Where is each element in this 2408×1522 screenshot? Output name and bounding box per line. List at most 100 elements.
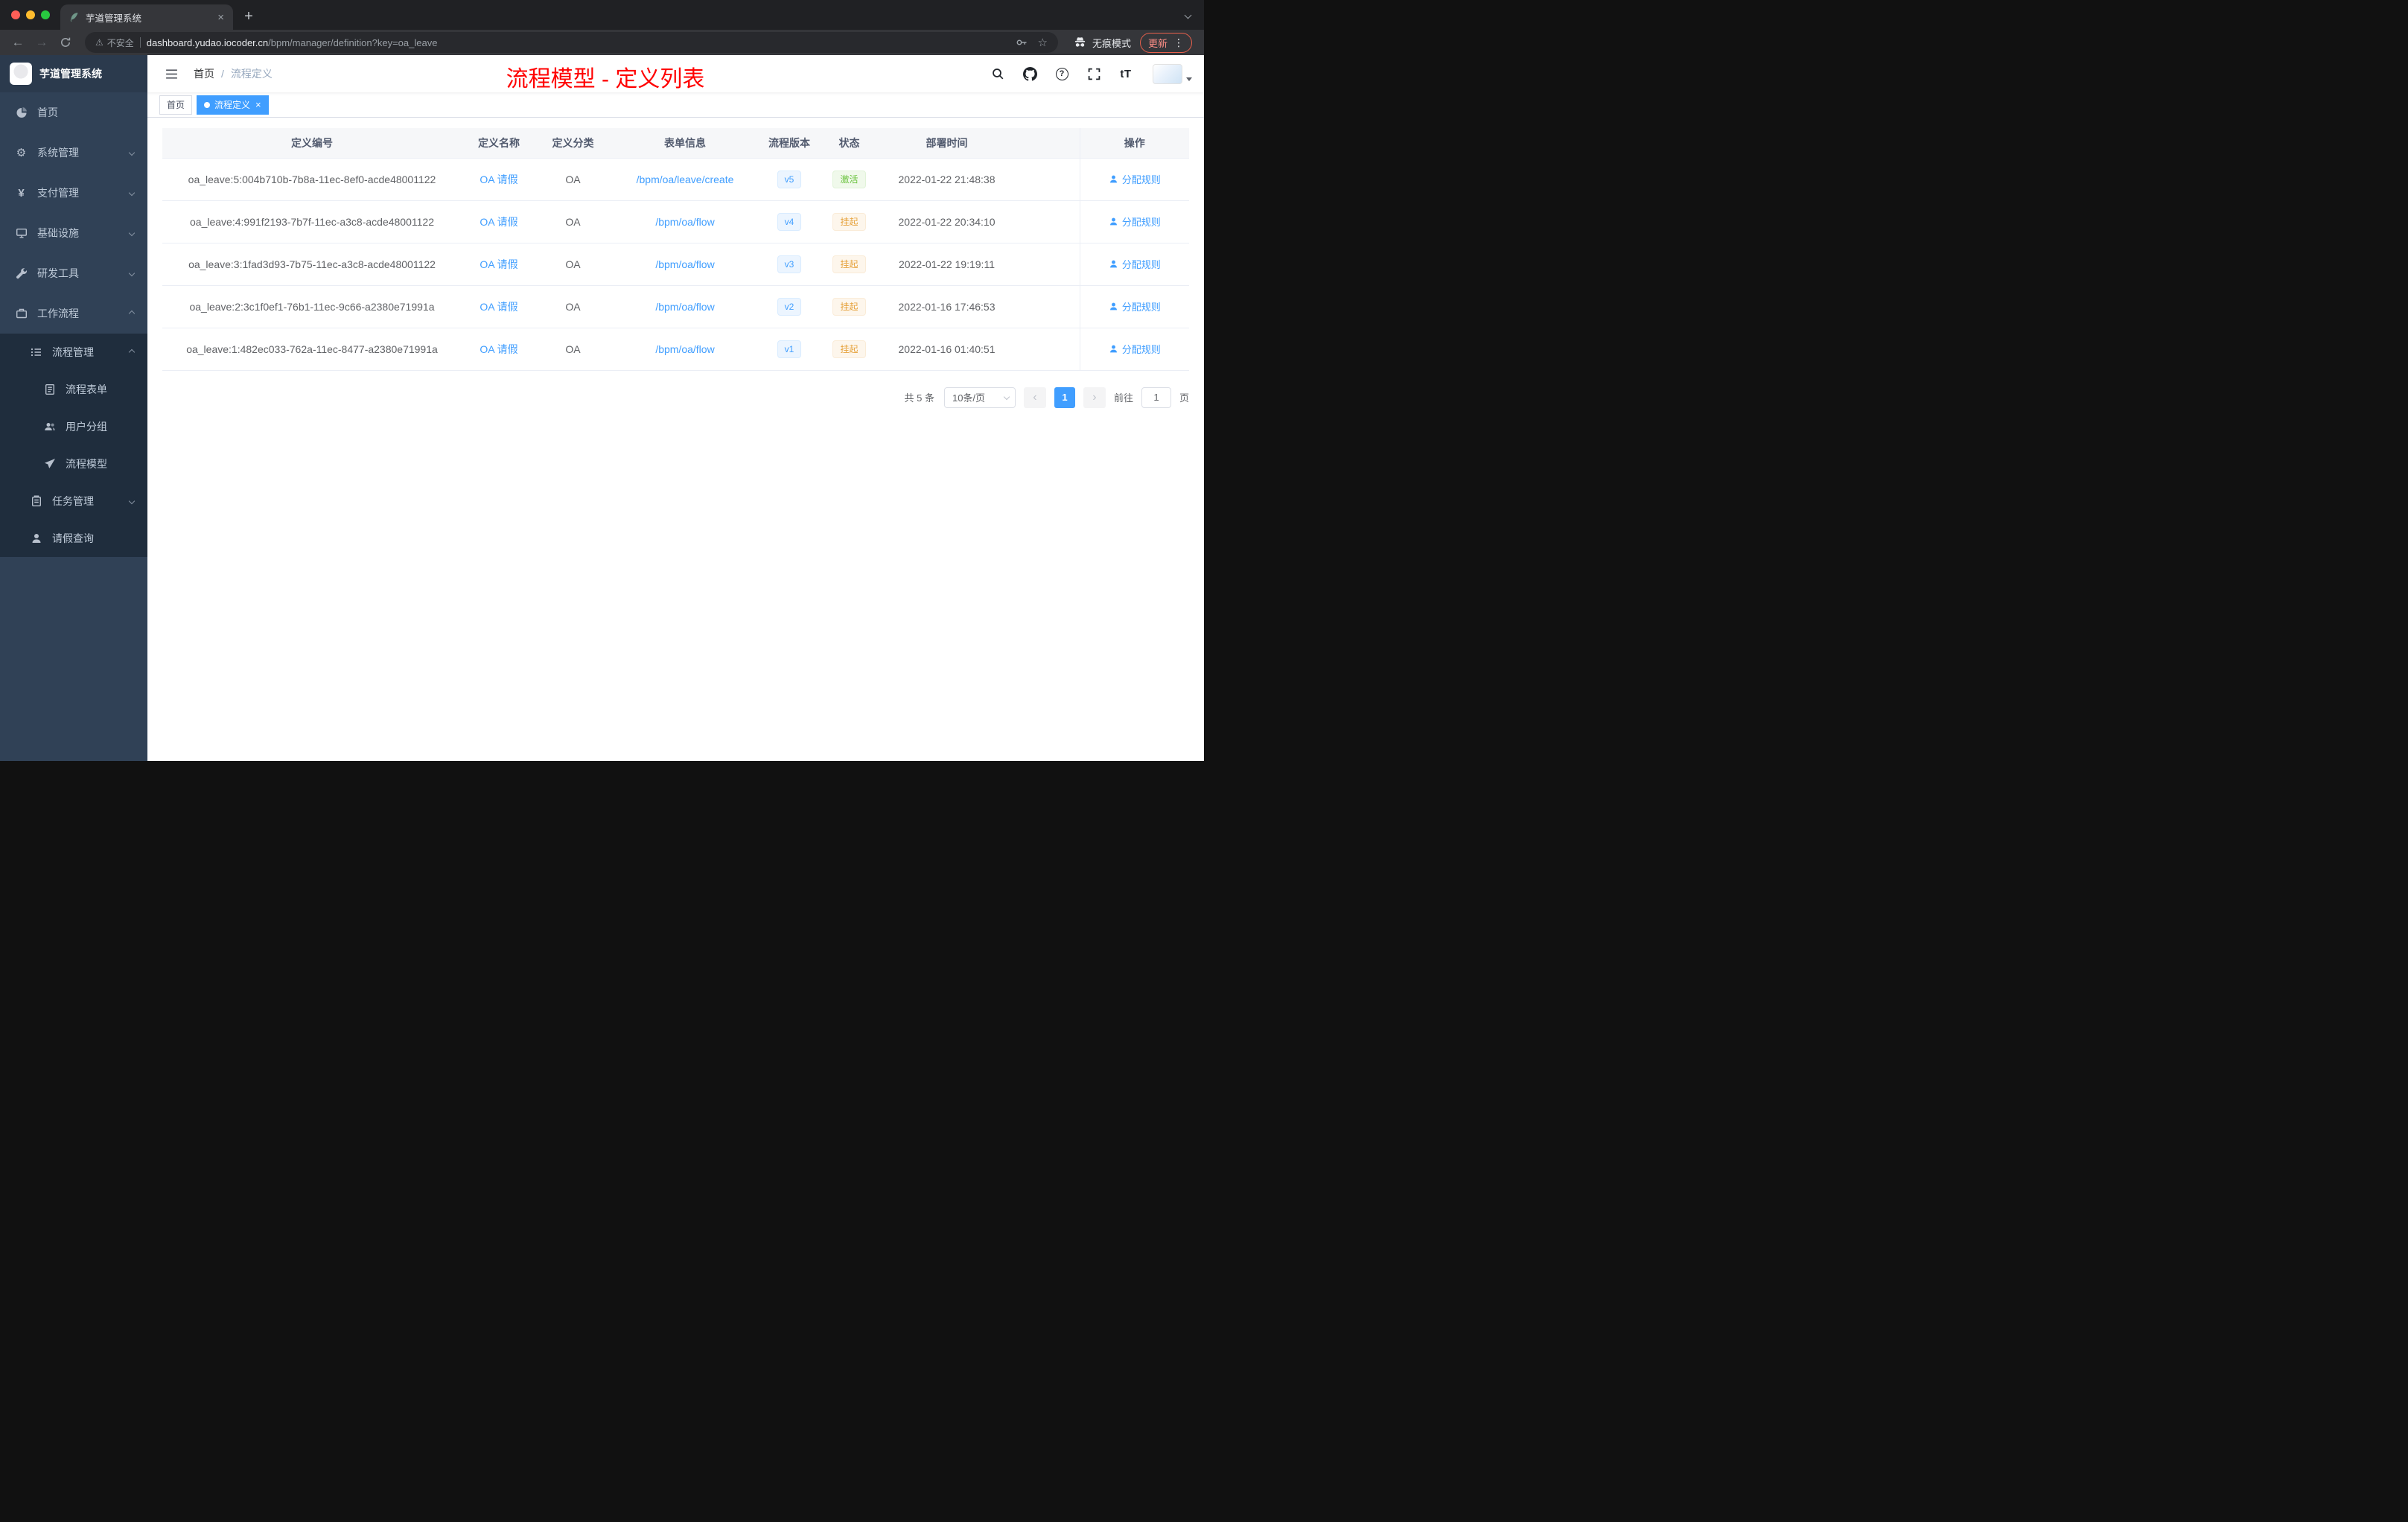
status-badge: 挂起 xyxy=(832,255,866,273)
window-controls xyxy=(0,0,60,30)
form-info-link[interactable]: /bpm/oa/leave/create xyxy=(637,173,734,185)
page-unit-label: 页 xyxy=(1179,392,1189,404)
col-definition-category: 定义分类 xyxy=(536,128,610,159)
github-icon[interactable] xyxy=(1020,64,1039,83)
incognito-indicator: 无痕模式 xyxy=(1067,36,1137,50)
sidebar-item-home[interactable]: 首页 xyxy=(0,92,147,133)
bookmark-star-icon[interactable]: ☆ xyxy=(1038,36,1048,49)
sidebar-item-leave-query[interactable]: 请假查询 xyxy=(0,520,147,557)
col-actions: 操作 xyxy=(1079,128,1189,159)
sidebar-item-label: 流程表单 xyxy=(66,383,107,395)
update-chrome-button[interactable]: 更新 ⋮ xyxy=(1139,32,1192,53)
user-avatar-menu[interactable] xyxy=(1153,63,1192,84)
table-row: oa_leave:5:004b710b-7b8a-11ec-8ef0-acde4… xyxy=(162,158,1189,201)
cell-definition-id: oa_leave:2:3c1f0ef1-76b1-11ec-9c66-a2380… xyxy=(162,285,462,328)
prev-page-button[interactable]: ‹ xyxy=(1023,386,1046,408)
avatar[interactable] xyxy=(1153,63,1182,84)
help-icon[interactable]: ? xyxy=(1052,64,1071,83)
sidebar-item-infrastructure[interactable]: 基础设施 xyxy=(0,213,147,253)
incognito-icon xyxy=(1074,36,1086,47)
sidebar-item-system[interactable]: ⚙ 系统管理 xyxy=(0,133,147,173)
sidebar-item-user-group[interactable]: 用户分组 xyxy=(0,408,147,445)
zoom-window-button[interactable] xyxy=(41,10,50,19)
omnibox-divider xyxy=(139,37,141,48)
table-row: oa_leave:4:991f2193-7b7f-11ec-a3c8-acde4… xyxy=(162,200,1189,243)
col-status: 状态 xyxy=(818,128,880,159)
tag-process-definition[interactable]: 流程定义 × xyxy=(197,95,269,115)
tag-home[interactable]: 首页 xyxy=(159,95,193,115)
cell-deploy-time: 2022-01-16 17:46:53 xyxy=(880,285,1013,328)
close-tab-icon[interactable]: × xyxy=(216,12,226,23)
definition-name-link[interactable]: OA 请假 xyxy=(480,343,517,355)
page-size-select[interactable]: 10条/页 xyxy=(943,386,1016,408)
address-bar[interactable]: ⚠ 不安全 dashboard.yudao.iocoder.cn/bpm/man… xyxy=(85,32,1058,53)
assign-rule-link[interactable]: 分配规则 xyxy=(1109,342,1161,356)
form-info-link[interactable]: /bpm/oa/flow xyxy=(655,343,714,355)
chevron-down-icon xyxy=(128,497,136,505)
chevron-up-icon xyxy=(128,348,136,356)
minimize-window-button[interactable] xyxy=(26,10,35,19)
close-tag-icon[interactable]: × xyxy=(255,100,261,109)
logo-title: 芋道管理系统 xyxy=(39,68,102,80)
sidebar-item-payment[interactable]: ¥ 支付管理 xyxy=(0,173,147,213)
sidebar-item-process-form[interactable]: 流程表单 xyxy=(0,371,147,408)
status-badge: 激活 xyxy=(832,170,866,188)
search-icon[interactable] xyxy=(988,64,1007,83)
breadcrumb-home-link[interactable]: 首页 xyxy=(194,66,214,81)
not-secure-indicator[interactable]: ⚠ 不安全 xyxy=(95,36,134,49)
sidebar-item-label: 流程管理 xyxy=(52,346,94,358)
sidebar-item-process-model[interactable]: 流程模型 xyxy=(0,445,147,483)
form-info-link[interactable]: /bpm/oa/flow xyxy=(655,216,714,228)
form-info-link[interactable]: /bpm/oa/flow xyxy=(655,301,714,313)
password-key-icon[interactable] xyxy=(1016,36,1028,48)
sidebar-item-devtools[interactable]: 研发工具 xyxy=(0,253,147,293)
page-number-button[interactable]: 1 xyxy=(1054,386,1075,408)
cell-deploy-time: 2022-01-22 21:48:38 xyxy=(880,158,1013,201)
favicon-icon xyxy=(68,11,80,23)
cell-category: OA xyxy=(536,200,610,243)
browser-menu-icon[interactable]: ⋮ xyxy=(1173,36,1184,49)
definition-name-link[interactable]: OA 请假 xyxy=(480,216,517,228)
assign-rule-link[interactable]: 分配规则 xyxy=(1109,172,1161,186)
version-badge: v1 xyxy=(777,340,802,358)
goto-page-input[interactable] xyxy=(1141,386,1171,408)
assign-rule-link[interactable]: 分配规则 xyxy=(1109,299,1161,313)
tab-search-icon[interactable] xyxy=(1184,0,1192,30)
browser-tab-bar: 芋道管理系统 × + xyxy=(0,0,1204,30)
assign-rule-link[interactable]: 分配规则 xyxy=(1109,214,1161,229)
reload-button[interactable] xyxy=(55,32,76,53)
sidebar-item-label: 研发工具 xyxy=(37,267,79,279)
new-tab-button[interactable]: + xyxy=(238,5,260,28)
breadcrumb: 首页 / 流程定义 xyxy=(194,66,273,81)
list-icon xyxy=(30,346,42,358)
back-button[interactable]: ← xyxy=(7,32,28,53)
sidebar-item-task-management[interactable]: 任务管理 xyxy=(0,483,147,520)
hamburger-icon[interactable] xyxy=(159,62,183,86)
forward-button[interactable]: → xyxy=(31,32,52,53)
sidebar-item-process-management[interactable]: 流程管理 xyxy=(0,334,147,371)
close-window-button[interactable] xyxy=(11,10,20,19)
definition-name-link[interactable]: OA 请假 xyxy=(480,258,517,270)
chevron-down-icon xyxy=(128,270,136,277)
col-definition-name: 定义名称 xyxy=(462,128,536,159)
version-badge: v4 xyxy=(777,212,802,231)
next-page-button[interactable]: › xyxy=(1083,386,1106,408)
definition-name-link[interactable]: OA 请假 xyxy=(480,301,517,313)
cell-definition-id: oa_leave:3:1fad3d93-7b75-11ec-a3c8-acde4… xyxy=(162,243,462,286)
font-size-icon[interactable]: tT xyxy=(1116,64,1135,83)
status-badge: 挂起 xyxy=(832,340,866,358)
chevron-down-icon xyxy=(1003,393,1010,400)
fullscreen-icon[interactable] xyxy=(1084,64,1103,83)
table-row: oa_leave:2:3c1f0ef1-76b1-11ec-9c66-a2380… xyxy=(162,285,1189,328)
tab-title: 芋道管理系统 xyxy=(86,13,142,24)
chevron-up-icon xyxy=(128,310,136,317)
person-icon xyxy=(1109,217,1117,226)
definition-name-link[interactable]: OA 请假 xyxy=(480,173,517,185)
sidebar-item-workflow[interactable]: 工作流程 xyxy=(0,293,147,334)
form-info-link[interactable]: /bpm/oa/flow xyxy=(655,258,714,270)
assign-rule-link[interactable]: 分配规则 xyxy=(1109,257,1161,271)
url-text: dashboard.yudao.iocoder.cn/bpm/manager/d… xyxy=(147,37,1010,48)
definition-table: 定义编号 定义名称 定义分类 表单信息 流程版本 状态 部署时间 操作 oa_l… xyxy=(162,128,1189,371)
cell-category: OA xyxy=(536,243,610,286)
browser-tab[interactable]: 芋道管理系统 × xyxy=(60,4,233,30)
